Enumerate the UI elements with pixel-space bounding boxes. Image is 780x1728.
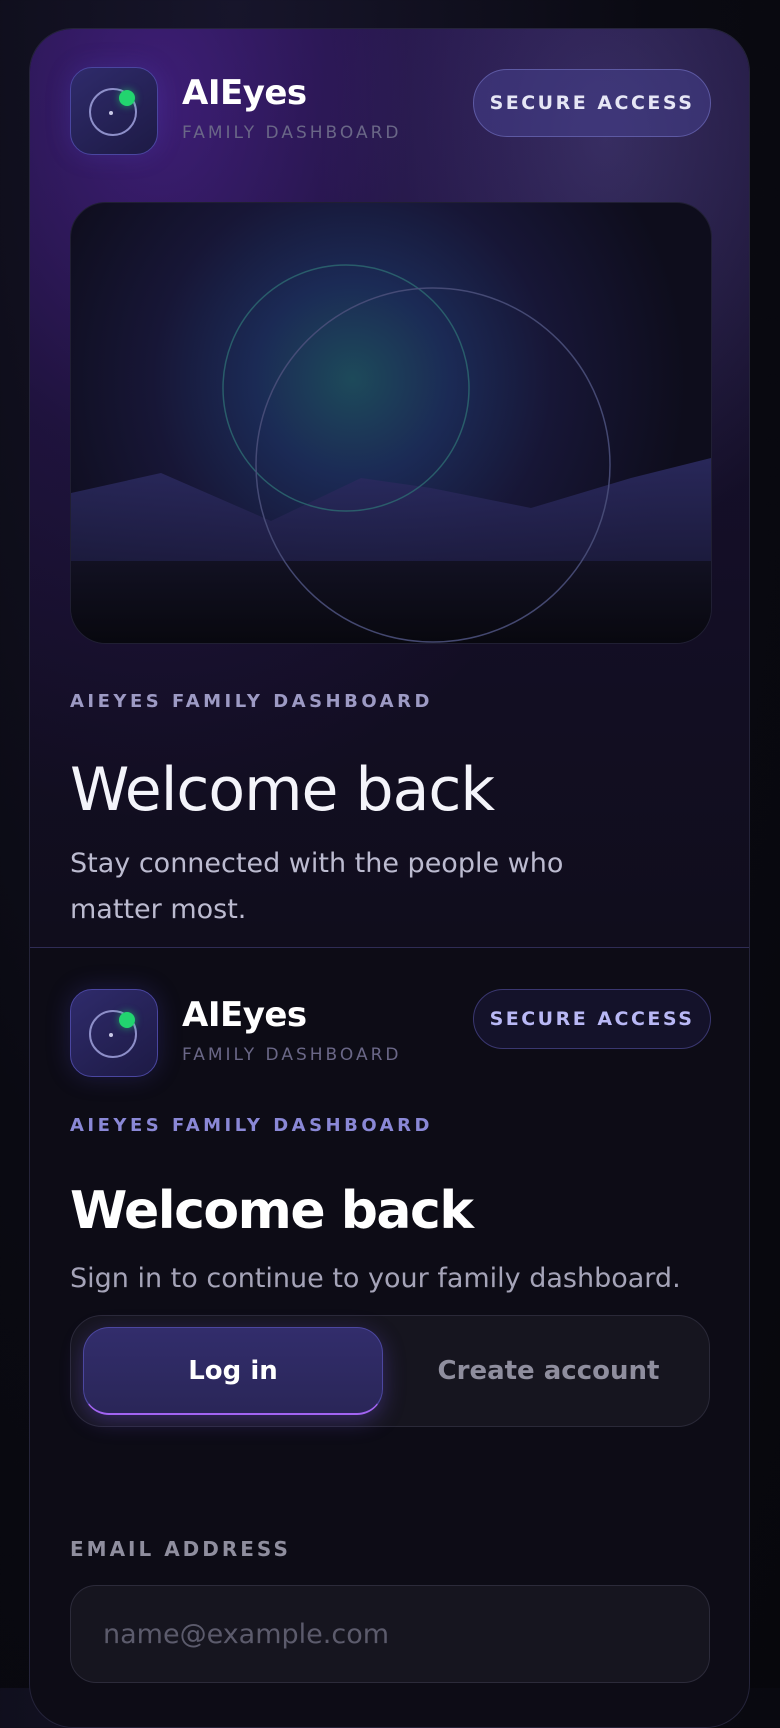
- status-dot: [119, 1012, 135, 1028]
- brand-name: AIEyes: [182, 995, 307, 1035]
- email-field[interactable]: [70, 1585, 710, 1683]
- brand-subtitle: FAMILY DASHBOARD: [182, 1045, 402, 1065]
- auth-tab-switcher: Log in Create account: [70, 1315, 710, 1427]
- hero-title: Welcome back: [70, 755, 495, 825]
- form-subtitle: Sign in to continue to your family dashb…: [70, 1263, 681, 1294]
- email-label: EMAIL ADDRESS: [70, 1537, 291, 1561]
- brand-header-form: AIEyes FAMILY DASHBOARD SECURE ACCESS: [70, 989, 711, 1079]
- status-dot: [119, 90, 135, 106]
- eye-lens-icon: [70, 67, 158, 155]
- brand-subtitle: FAMILY DASHBOARD: [182, 123, 402, 143]
- hero-illustration: [70, 202, 712, 644]
- hero-eyebrow: AIEYES FAMILY DASHBOARD: [70, 691, 433, 712]
- tab-create-account[interactable]: Create account: [396, 1327, 701, 1415]
- hero-subtitle: Stay connected with the people who matte…: [70, 848, 564, 925]
- hero-section: AIEyes FAMILY DASHBOARD SECURE ACCESS AI…: [30, 29, 749, 948]
- eye-lens-icon: [70, 989, 158, 1077]
- secure-access-button[interactable]: SECURE ACCESS: [473, 69, 711, 137]
- form-eyebrow: AIEYES FAMILY DASHBOARD: [70, 1115, 433, 1136]
- auth-card: AIEyes FAMILY DASHBOARD SECURE ACCESS AI…: [29, 28, 750, 1728]
- form-title: Welcome back: [70, 1181, 474, 1241]
- brand-header-top: AIEyes FAMILY DASHBOARD SECURE ACCESS: [70, 67, 711, 157]
- brand-name: AIEyes: [182, 73, 307, 113]
- secure-access-button[interactable]: SECURE ACCESS: [473, 989, 711, 1049]
- tab-log-in[interactable]: Log in: [83, 1327, 383, 1415]
